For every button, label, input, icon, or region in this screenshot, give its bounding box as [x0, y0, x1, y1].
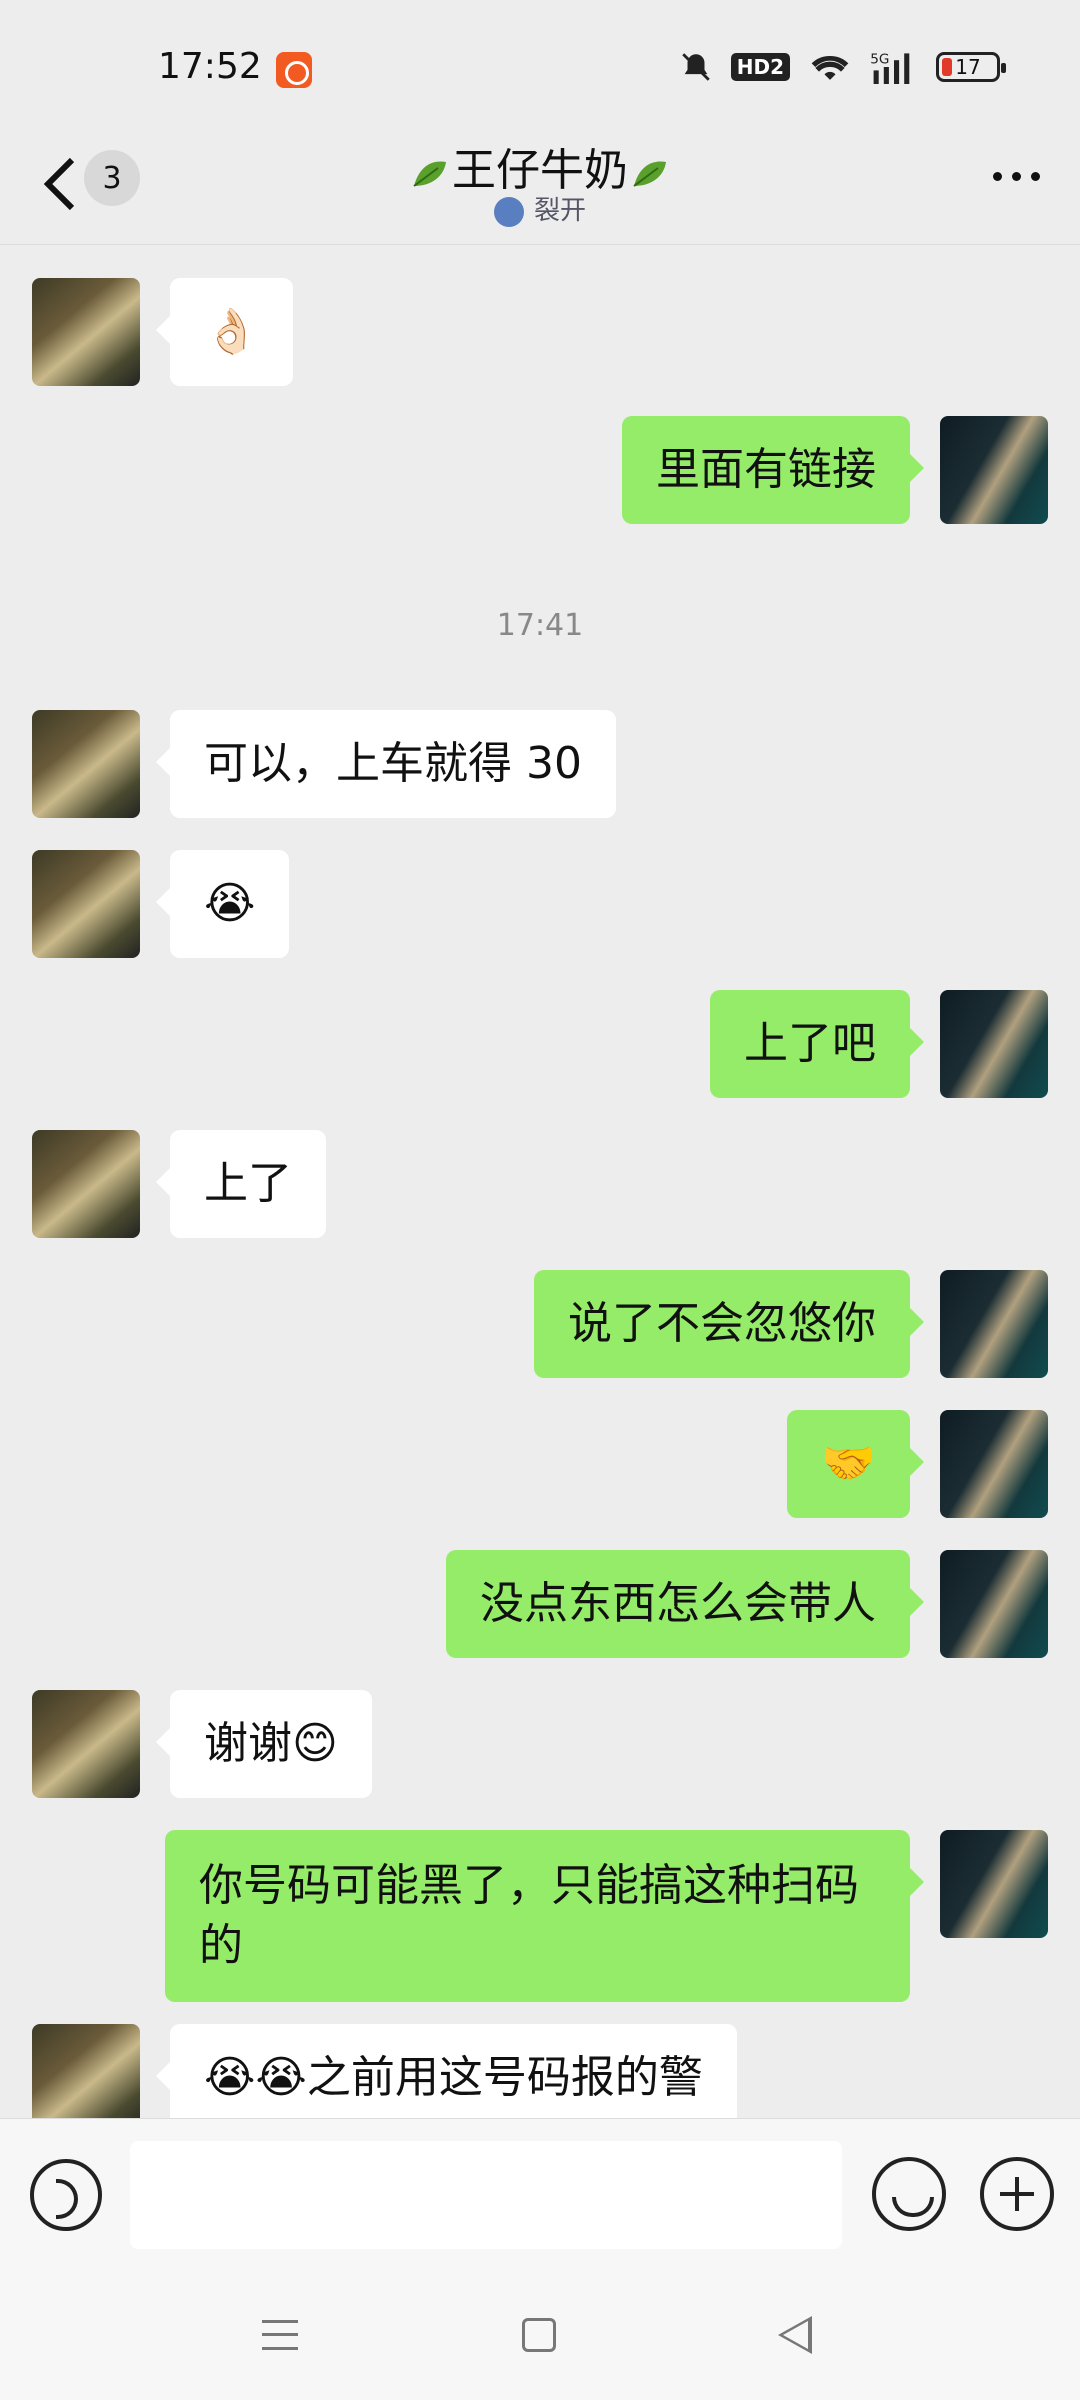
message-bubble[interactable]: 🤝 — [787, 1410, 924, 1518]
my-avatar[interactable] — [940, 416, 1048, 524]
message-bubble[interactable]: 里面有链接 — [622, 416, 924, 524]
contact-avatar[interactable] — [32, 1130, 140, 1238]
contact-avatar[interactable] — [32, 710, 140, 818]
message-bubble[interactable]: 说了不会忽悠你 — [534, 1270, 924, 1378]
wifi-icon — [811, 55, 849, 80]
contact-avatar[interactable] — [32, 1690, 140, 1798]
battery-icon: 17 — [936, 52, 1006, 82]
leaf-icon — [633, 161, 666, 187]
more-options-icon[interactable] — [993, 172, 1040, 181]
voice-input-icon[interactable] — [30, 2159, 102, 2231]
emoji-icon[interactable] — [872, 2157, 946, 2231]
message-timestamp: 17:41 — [496, 608, 584, 643]
chat-header: 3 王仔牛奶 裂开 — [0, 120, 1080, 245]
app-notification-icon — [276, 52, 312, 88]
contact-avatar[interactable] — [32, 850, 140, 958]
system-back-icon[interactable] — [778, 2316, 812, 2354]
svg-text:5G: 5G — [870, 52, 889, 68]
my-avatar[interactable] — [940, 1550, 1048, 1658]
leaf-icon — [413, 161, 446, 187]
contact-avatar[interactable] — [32, 278, 140, 386]
signal-5g-icon: 5G — [870, 52, 910, 84]
message-bubble[interactable]: 😭😭之前用这号码报的警 — [156, 2024, 737, 2118]
home-icon[interactable] — [522, 2318, 556, 2352]
status-icon — [493, 196, 524, 227]
message-input[interactable] — [130, 2141, 842, 2249]
message-bubble[interactable]: 👌🏻 — [156, 278, 293, 386]
my-avatar[interactable] — [940, 990, 1048, 1098]
message-bubble[interactable]: 可以，上车就得 30 — [156, 710, 616, 818]
add-attachment-icon[interactable] — [980, 2157, 1054, 2231]
status-icons: HD2 5G 17 — [679, 50, 1006, 84]
status-bar: 17:52 HD2 5G 17 — [0, 0, 1080, 140]
my-avatar[interactable] — [940, 1270, 1048, 1378]
system-navigation-bar — [0, 2278, 1080, 2400]
message-list[interactable]: 👌🏻 里面有链接 17:41 可以，上车就得 30 😭 上了吧 上了 说了不会忽… — [0, 246, 1080, 2118]
message-bubble[interactable]: 😭 — [155, 850, 290, 958]
contact-status: 裂开 — [0, 190, 1080, 227]
status-text: 裂开 — [533, 196, 586, 226]
clock: 17:52 — [158, 46, 262, 87]
mute-icon — [681, 53, 710, 81]
chat-title: 王仔牛奶 — [0, 134, 1080, 198]
hd-icon: HD2 — [730, 53, 790, 81]
message-bubble[interactable]: 谢谢😊 — [156, 1690, 372, 1798]
recent-apps-icon[interactable] — [262, 2320, 298, 2350]
message-bubble[interactable]: 上了 — [156, 1130, 326, 1238]
message-bubble[interactable]: 没点东西怎么会带人 — [446, 1550, 924, 1658]
contact-avatar[interactable] — [32, 2024, 140, 2118]
my-avatar[interactable] — [940, 1410, 1048, 1518]
message-bubble[interactable]: 你号码可能黑了，只能搞这种扫码的 — [165, 1830, 924, 2002]
contact-name: 王仔牛奶 — [452, 145, 628, 196]
input-bar — [0, 2118, 1080, 2278]
message-bubble[interactable]: 上了吧 — [710, 990, 924, 1098]
my-avatar[interactable] — [940, 1830, 1048, 1938]
